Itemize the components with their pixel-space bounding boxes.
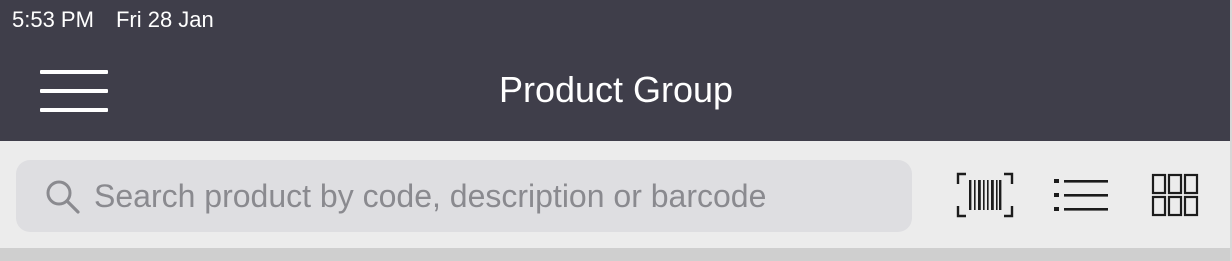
page-title: Product Group xyxy=(498,69,734,110)
search-icon xyxy=(46,180,80,214)
search-input[interactable] xyxy=(94,160,894,232)
list-view-icon[interactable] xyxy=(1052,170,1110,220)
status-bar: 5:53 PM Fri 28 Jan xyxy=(12,6,214,34)
search-bar[interactable] xyxy=(16,160,912,232)
content-divider xyxy=(0,248,1232,261)
top-app-bar: 5:53 PM Fri 28 Jan Product Group xyxy=(0,0,1232,141)
barcode-scan-icon[interactable] xyxy=(956,170,1014,220)
grid-view-icon[interactable] xyxy=(1150,170,1200,220)
status-time: 5:53 PM xyxy=(12,7,94,32)
status-date: Fri 28 Jan xyxy=(115,7,214,32)
